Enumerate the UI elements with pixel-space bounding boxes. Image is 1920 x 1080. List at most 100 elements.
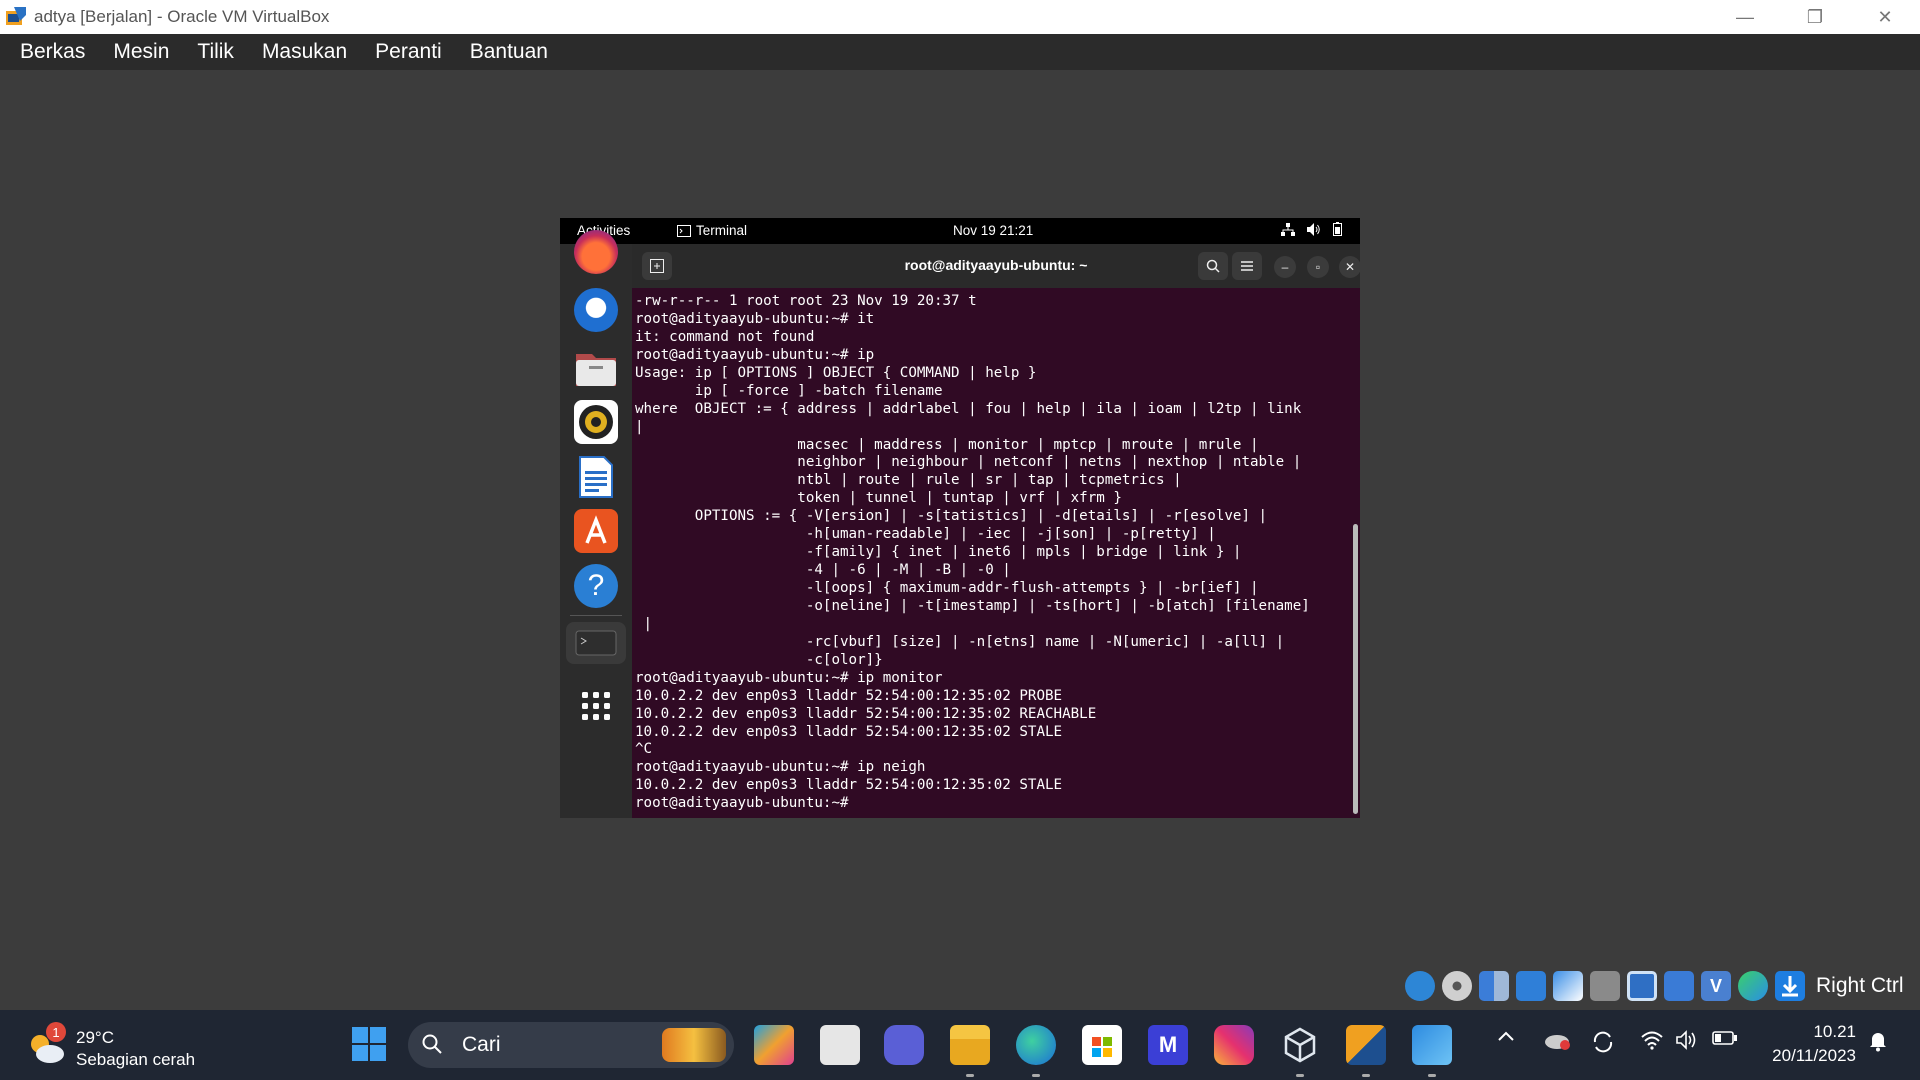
notifications-icon[interactable] <box>1868 1030 1888 1052</box>
thunderbird-icon[interactable] <box>574 288 618 332</box>
copilot-icon[interactable] <box>754 1025 794 1065</box>
network-status-icon[interactable] <box>1516 971 1546 1001</box>
usb-icon[interactable] <box>1553 971 1583 1001</box>
terminal-minimize-button[interactable]: – <box>1274 256 1296 278</box>
terminal-line: 10.0.2.2 dev enp0s3 lladdr 52:54:00:12:3… <box>635 687 1063 704</box>
task-view-icon[interactable] <box>820 1025 860 1065</box>
hamburger-menu-button[interactable] <box>1232 252 1262 280</box>
terminal-close-button[interactable]: ✕ <box>1339 256 1360 278</box>
running-indicator <box>1296 1074 1304 1077</box>
windows-logo-icon <box>352 1027 386 1061</box>
firefox-icon[interactable] <box>574 230 618 274</box>
menu-bantuan[interactable]: Bantuan <box>456 40 562 64</box>
terminal-line: ntbl | route | rule | sr | tap | tcpmetr… <box>635 472 1182 489</box>
rhythmbox-icon[interactable] <box>574 400 618 444</box>
onedrive-icon[interactable] <box>1543 1030 1571 1050</box>
terminal-line: | <box>635 615 653 632</box>
files-icon[interactable] <box>574 346 618 390</box>
terminal-line: -4 | -6 | -M | -B | -0 | <box>635 562 1011 579</box>
microsoft-store-icon[interactable] <box>1082 1025 1122 1065</box>
terminal-line: where OBJECT := { address | addrlabel | … <box>635 400 1302 417</box>
show-apps-icon[interactable] <box>574 684 618 728</box>
teams-chat-icon[interactable] <box>884 1025 924 1065</box>
network-icon <box>1281 222 1295 236</box>
window-title: adtya [Berjalan] - Oracle VM VirtualBox <box>34 7 330 26</box>
terminal-line: OPTIONS := { -V[ersion] | -s[tatistics] … <box>635 508 1268 525</box>
terminal-headerbar: root@adityaayub-ubuntu: ~ – ▫ ✕ <box>632 244 1360 288</box>
instagram-icon[interactable] <box>1214 1025 1254 1065</box>
menu-peranti[interactable]: Peranti <box>361 40 456 64</box>
virtualbox-app-icon <box>4 5 28 29</box>
battery-icon <box>1333 222 1342 236</box>
windows-taskbar: 1 29°C Sebagian cerah Cari M 10.21 20/11… <box>0 1010 1920 1080</box>
terminal-maximize-button[interactable]: ▫ <box>1307 256 1329 278</box>
vm-status-bar: V Right Ctrl <box>1405 968 1904 1004</box>
menu-bar: Berkas Mesin Tilik Masukan Peranti Bantu… <box>0 34 1920 70</box>
host-titlebar: adtya [Berjalan] - Oracle VM VirtualBox … <box>0 0 1920 34</box>
volume-icon <box>1307 222 1320 236</box>
wifi-icon[interactable] <box>1640 1030 1664 1050</box>
terminal-icon[interactable] <box>566 622 626 664</box>
mouse-integration-icon[interactable] <box>1738 971 1768 1001</box>
terminal-line: root@adityaayub-ubuntu:~# it <box>635 310 875 327</box>
search-icon <box>1206 259 1220 273</box>
sync-icon[interactable] <box>1591 1030 1615 1054</box>
menu-mesin[interactable]: Mesin <box>99 40 183 64</box>
taskbar-search-box[interactable]: Cari <box>408 1022 734 1068</box>
search-icon <box>422 1034 442 1054</box>
volume-icon[interactable] <box>1675 1030 1699 1050</box>
minimize-button[interactable]: — <box>1710 0 1780 34</box>
app-name-label: Terminal <box>696 223 748 238</box>
weather-widget[interactable]: 1 29°C Sebagian cerah <box>26 1022 226 1070</box>
terminal-line: ip [ -force ] -batch filename <box>635 382 943 399</box>
menu-berkas[interactable]: Berkas <box>0 40 99 64</box>
terminal-line: root@adityaayub-ubuntu:~# ip <box>635 346 875 363</box>
virtualbox-cube-icon[interactable] <box>1280 1025 1320 1065</box>
terminal-line: -o[neline] | -t[imestamp] | -ts[hort] | … <box>635 597 1310 614</box>
display-icon[interactable] <box>1627 971 1657 1001</box>
terminal-output[interactable]: -rw-r--r-- 1 root root 23 Nov 19 20:37 t… <box>635 293 1350 815</box>
tray-overflow-chevron[interactable] <box>1497 1030 1515 1042</box>
file-explorer-icon[interactable] <box>950 1025 990 1065</box>
terminal-line: token | tunnel | tuntap | vrf | xfrm } <box>635 490 1122 507</box>
vm-window-icon[interactable] <box>1412 1025 1452 1065</box>
audio-icon[interactable] <box>1479 971 1509 1001</box>
ai-app-icon[interactable]: M <box>1148 1025 1188 1065</box>
start-button[interactable] <box>350 1025 388 1063</box>
writer-icon[interactable] <box>574 455 618 499</box>
help-icon[interactable]: ? <box>574 564 618 608</box>
terminal-line: -l[oops] { maximum-addr-flush-attempts }… <box>635 580 1259 596</box>
running-indicator <box>1428 1074 1436 1077</box>
shared-folders-icon[interactable] <box>1590 971 1620 1001</box>
terminal-line: it: command not found <box>635 328 815 345</box>
menu-tilik[interactable]: Tilik <box>183 40 248 64</box>
close-button[interactable]: ✕ <box>1850 0 1920 34</box>
datetime-label[interactable]: Nov 19 21:21 <box>953 223 1033 238</box>
search-highlight-image <box>662 1028 726 1062</box>
terminal-small-icon <box>677 224 691 237</box>
running-indicator <box>1362 1074 1370 1077</box>
search-button[interactable] <box>1198 252 1228 280</box>
vt-x-icon[interactable]: V <box>1701 971 1731 1001</box>
edge-icon[interactable] <box>1016 1025 1056 1065</box>
restore-button[interactable]: ❐ <box>1780 0 1850 34</box>
terminal-scrollbar[interactable] <box>1353 524 1358 814</box>
download-icon[interactable] <box>1775 971 1805 1001</box>
system-status-area[interactable] <box>1281 222 1342 236</box>
terminal-app-menu[interactable]: Terminal <box>677 223 747 238</box>
host-key-label: Right Ctrl <box>1816 974 1904 997</box>
taskbar-clock[interactable]: 10.21 20/11/2023 <box>1760 1020 1856 1068</box>
optical-disk-icon[interactable] <box>1442 971 1472 1001</box>
battery-icon[interactable] <box>1712 1030 1738 1046</box>
terminal-line: -rc[vbuf] [size] | -n[etns] name | -N[um… <box>635 633 1285 650</box>
ubuntu-dock: ? <box>560 230 632 818</box>
menu-masukan[interactable]: Masukan <box>248 40 361 64</box>
recording-icon[interactable] <box>1664 971 1694 1001</box>
guest-screen[interactable]: Activities Terminal Nov 19 21:21 ? <box>560 218 1360 818</box>
hamburger-icon <box>1241 261 1253 271</box>
dock-separator <box>570 615 622 616</box>
app-center-icon[interactable] <box>574 509 618 553</box>
weather-badge: 1 <box>46 1022 66 1042</box>
hard-disk-icon[interactable] <box>1405 971 1435 1001</box>
virtualbox-manager-icon[interactable] <box>1346 1025 1386 1065</box>
